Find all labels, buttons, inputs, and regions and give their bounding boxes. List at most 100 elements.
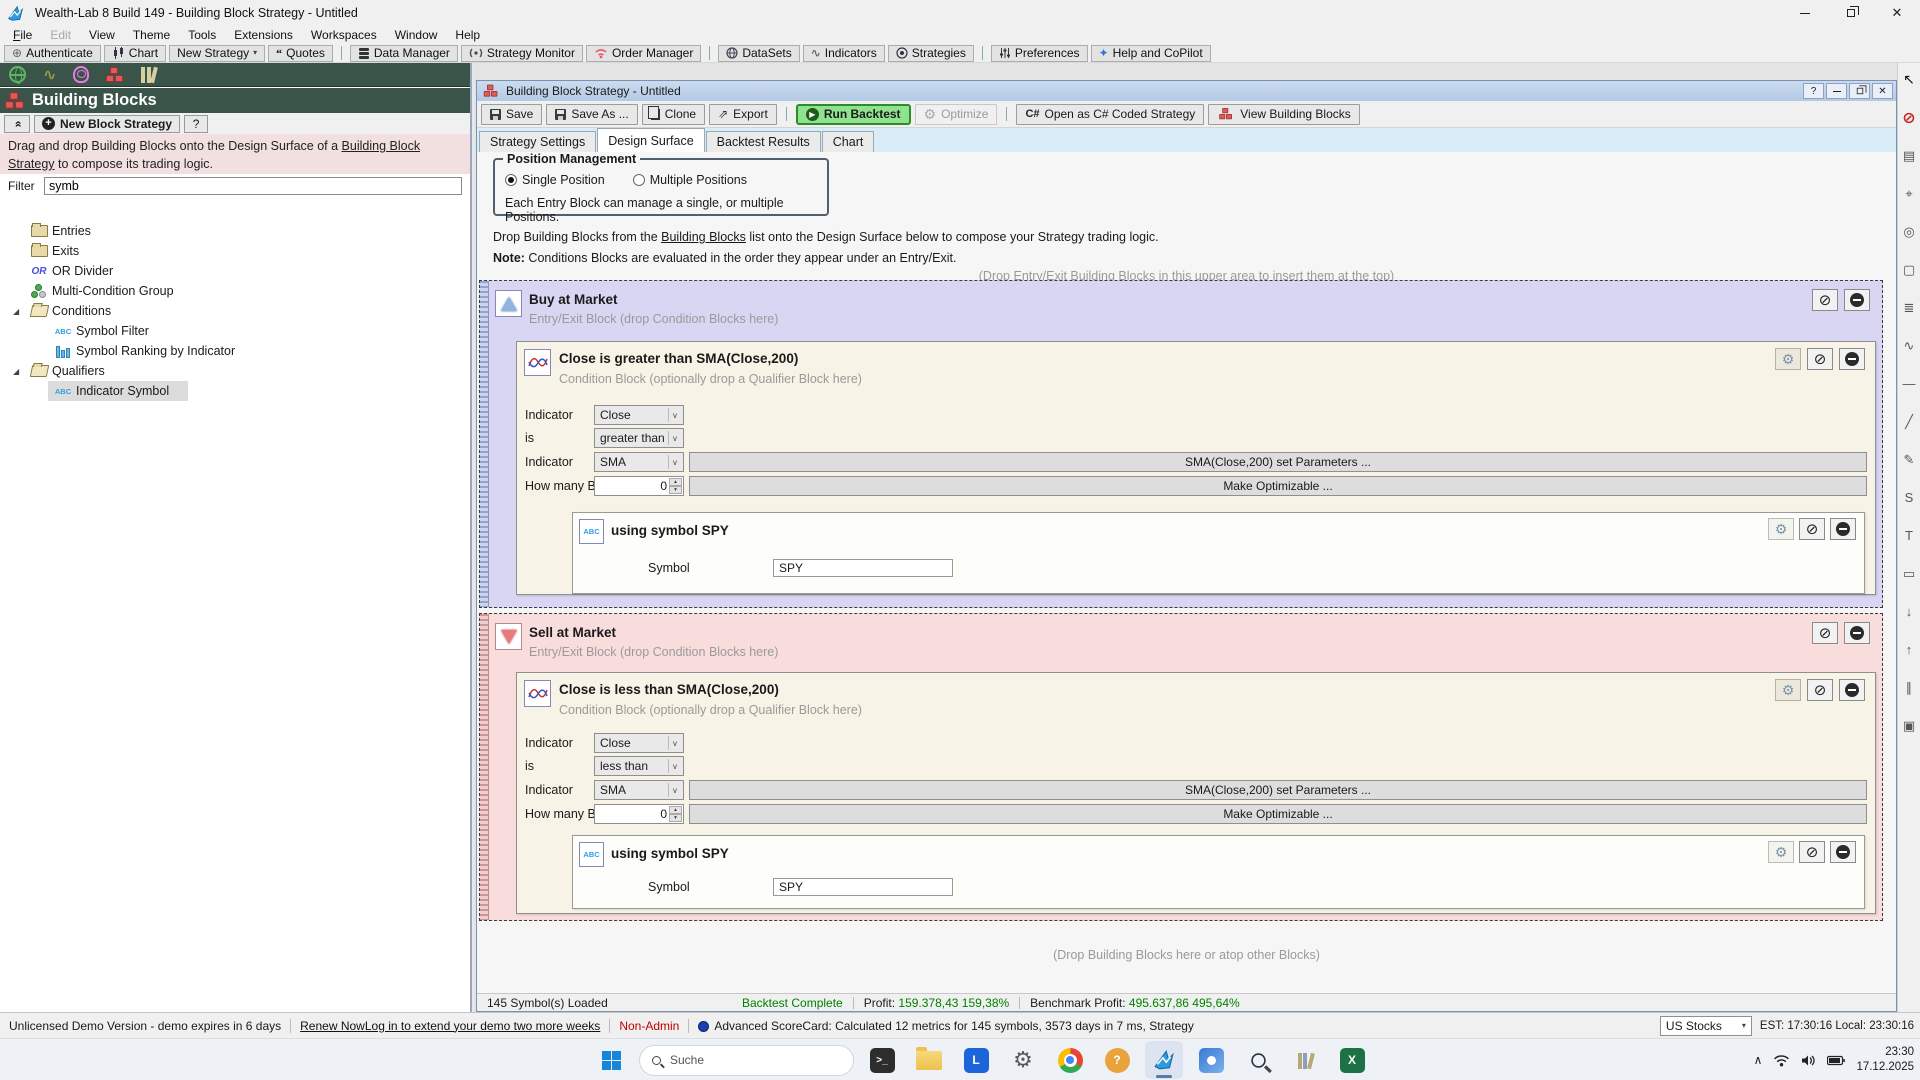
- indicator-select[interactable]: Closev: [594, 733, 684, 753]
- watchlist-icon[interactable]: ▤: [1899, 145, 1919, 166]
- collapse-all-button[interactable]: »: [4, 115, 30, 133]
- disable-qualifier-button[interactable]: ⊘: [1799, 841, 1825, 863]
- menu-workspaces[interactable]: Workspaces: [302, 26, 386, 44]
- taskbar-lens-icon[interactable]: [1239, 1041, 1277, 1079]
- expand-arrow-icon[interactable]: ◢: [13, 367, 23, 376]
- set-parameters-button[interactable]: SMA(Close,200) set Parameters ...: [689, 452, 1867, 472]
- datasets-panel-icon[interactable]: [9, 66, 26, 83]
- pointer-tool-icon[interactable]: ↖: [1899, 69, 1919, 90]
- trendline-icon[interactable]: —: [1899, 373, 1919, 394]
- minimize-button[interactable]: [1782, 0, 1828, 26]
- tree-item-symbol-filter[interactable]: ABCSymbol Filter: [0, 321, 470, 341]
- library-panel-icon[interactable]: [141, 66, 156, 83]
- open-csharp-button[interactable]: C#Open as C# Coded Strategy: [1016, 104, 1204, 125]
- condition-settings-button[interactable]: ⚙: [1775, 348, 1801, 370]
- taskbar-explorer-icon[interactable]: [910, 1041, 948, 1079]
- filter-input[interactable]: [44, 177, 462, 195]
- taskbar-l-app-icon[interactable]: L: [957, 1041, 995, 1079]
- indicators-panel-icon[interactable]: ∿: [43, 65, 56, 85]
- segment-icon[interactable]: ╱: [1899, 411, 1919, 432]
- disable-block-button[interactable]: ⊘: [1812, 622, 1838, 644]
- start-button[interactable]: [592, 1041, 630, 1079]
- collapse-condition-button[interactable]: [1839, 679, 1865, 701]
- tree-item-exits[interactable]: Exits: [0, 241, 470, 261]
- make-optimizable-button[interactable]: Make Optimizable ...: [689, 476, 1867, 496]
- bars-ago-spinner[interactable]: 0▴▾: [594, 476, 684, 496]
- arrow-down-icon[interactable]: ↓: [1899, 601, 1919, 622]
- help-copilot-button[interactable]: ✦Help and CoPilot: [1091, 45, 1211, 62]
- menu-tools[interactable]: Tools: [179, 26, 225, 44]
- text-tool-icon[interactable]: T: [1899, 525, 1919, 546]
- tree-item-or-divider[interactable]: OROR Divider: [0, 261, 470, 281]
- crosshair-icon[interactable]: ⌖: [1899, 183, 1919, 204]
- taskbar-search[interactable]: Suche: [639, 1045, 854, 1076]
- report-icon[interactable]: ≣: [1899, 297, 1919, 318]
- menu-extensions[interactable]: Extensions: [225, 26, 302, 44]
- volume-icon[interactable]: [1801, 1054, 1816, 1067]
- disable-condition-button[interactable]: ⊘: [1807, 348, 1833, 370]
- tree-item-qualifiers[interactable]: ◢Qualifiers: [0, 361, 470, 381]
- qualifier-settings-button[interactable]: ⚙: [1768, 841, 1794, 863]
- collapse-block-button[interactable]: [1844, 622, 1870, 644]
- menu-file[interactable]: FFileile: [4, 26, 41, 44]
- taskbar-help-icon[interactable]: ?: [1098, 1041, 1136, 1079]
- taskbar-chrome-icon[interactable]: [1051, 1041, 1089, 1079]
- menu-theme[interactable]: Theme: [124, 26, 179, 44]
- authenticate-button[interactable]: ⊕Authenticate: [4, 45, 101, 62]
- tree-item-conditions[interactable]: ◢Conditions: [0, 301, 470, 321]
- strategies-button[interactable]: Strategies: [888, 45, 974, 62]
- sell-at-market-block[interactable]: Sell at Market Entry/Exit Block (drop Co…: [479, 613, 1883, 921]
- chart-wave-icon[interactable]: ∿: [1899, 335, 1919, 356]
- insights-panel-icon[interactable]: [73, 66, 89, 83]
- pencil-icon[interactable]: ✎: [1899, 449, 1919, 470]
- qualifier-settings-button[interactable]: ⚙: [1768, 518, 1794, 540]
- tray-chevron-icon[interactable]: ∧: [1754, 1053, 1763, 1067]
- view-building-blocks-button[interactable]: View Building Blocks: [1208, 104, 1360, 125]
- tree-item-symbol-ranking[interactable]: Symbol Ranking by Indicator: [0, 341, 470, 361]
- menu-help[interactable]: Help: [446, 26, 489, 44]
- preferences-button[interactable]: Preferences: [991, 45, 1088, 62]
- strategy-help-button[interactable]: ?: [1803, 83, 1824, 99]
- taskbar-wealthlab-icon[interactable]: [1145, 1041, 1183, 1079]
- run-backtest-button[interactable]: ▶Run Backtest: [796, 104, 911, 125]
- building-blocks-panel-icon[interactable]: [106, 67, 124, 83]
- operator-select[interactable]: greater thanv: [594, 428, 684, 448]
- strategy-close-button[interactable]: ✕: [1872, 83, 1893, 99]
- set-parameters-button[interactable]: SMA(Close,200) set Parameters ...: [689, 780, 1867, 800]
- indicator-select[interactable]: Closev: [594, 405, 684, 425]
- renew-now-link[interactable]: Renew Now: [300, 1019, 365, 1033]
- taskbar-excel-icon[interactable]: X: [1333, 1041, 1371, 1079]
- curve-icon[interactable]: S: [1899, 487, 1919, 508]
- expand-arrow-icon[interactable]: ◢: [13, 307, 23, 316]
- tab-design-surface[interactable]: Design Surface: [597, 128, 704, 152]
- tab-backtest-results[interactable]: Backtest Results: [706, 131, 821, 152]
- battery-icon[interactable]: [1827, 1055, 1845, 1066]
- taskbar-library-icon[interactable]: [1286, 1041, 1324, 1079]
- tree-item-multi-condition-group[interactable]: Multi-Condition Group: [0, 281, 470, 301]
- chart-button[interactable]: Chart: [104, 45, 166, 62]
- help-button[interactable]: ?: [184, 115, 208, 133]
- save-button[interactable]: Save: [481, 104, 542, 125]
- snapshot-icon[interactable]: ▣: [1899, 715, 1919, 736]
- tab-strategy-settings[interactable]: Strategy Settings: [479, 131, 596, 152]
- tree-item-entries[interactable]: Entries: [0, 221, 470, 241]
- disable-block-button[interactable]: ⊘: [1812, 289, 1838, 311]
- collapse-block-button[interactable]: [1844, 289, 1870, 311]
- sell-qualifier-block[interactable]: ABC using symbol SPY ⚙ ⊘ Symbol SPY: [572, 835, 1865, 909]
- tab-chart[interactable]: Chart: [822, 131, 875, 152]
- menu-view[interactable]: View: [80, 26, 124, 44]
- disable-condition-button[interactable]: ⊘: [1807, 679, 1833, 701]
- strategy-monitor-button[interactable]: Strategy Monitor: [461, 45, 583, 62]
- buy-at-market-block[interactable]: Buy at Market Entry/Exit Block (drop Con…: [479, 280, 1883, 608]
- extend-demo-link[interactable]: Log in to extend your demo two more week…: [365, 1019, 600, 1033]
- collapse-qualifier-button[interactable]: [1830, 841, 1856, 863]
- spinner-arrows[interactable]: ▴▾: [669, 806, 682, 822]
- multiple-positions-radio[interactable]: Multiple Positions: [633, 173, 747, 187]
- arrow-up-icon[interactable]: ↑: [1899, 639, 1919, 660]
- buy-qualifier-block[interactable]: ABC using symbol SPY ⚙ ⊘ Symbol SPY: [572, 512, 1865, 594]
- channel-icon[interactable]: ∥: [1899, 677, 1919, 698]
- new-strategy-button[interactable]: New Strategy▾: [169, 45, 265, 62]
- block-drag-grip[interactable]: [480, 614, 489, 920]
- building-blocks-link[interactable]: Building Blocks: [661, 230, 746, 244]
- single-position-radio[interactable]: Single Position: [505, 173, 605, 187]
